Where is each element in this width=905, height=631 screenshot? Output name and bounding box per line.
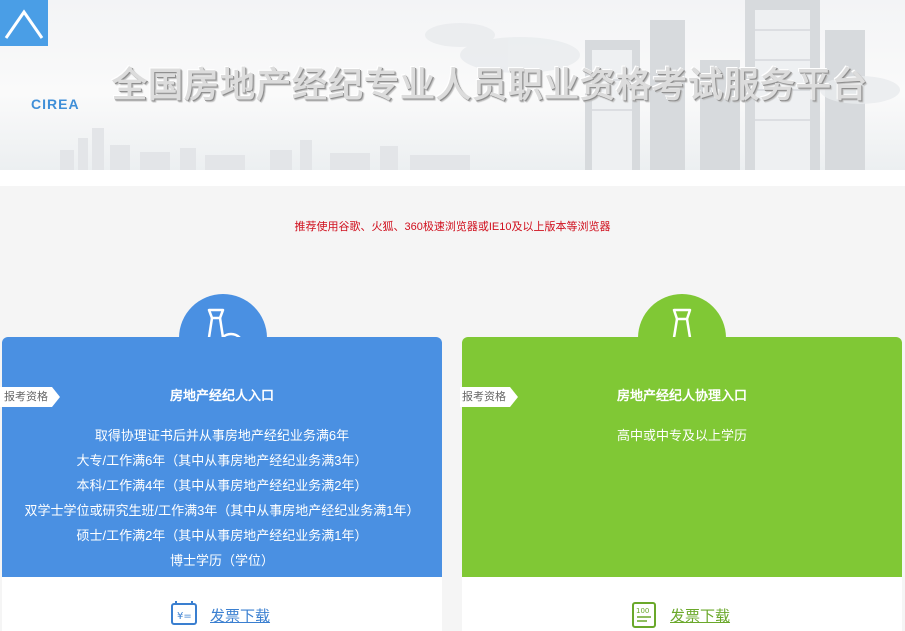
agent-entry-title[interactable]: 房地产经纪人入口 [2, 385, 442, 404]
header-banner: CIREA 全国房地产经纪专业人员职业资格考试服务平台 [0, 0, 905, 170]
qualification-tag: 报考资格 [460, 387, 518, 407]
invoice-download-link[interactable]: 发票下载 [210, 605, 270, 626]
logo-text: CIREA [31, 96, 80, 112]
requirement-item: 本科/工作满4年（其中从事房地产经纪业务满2年） [76, 478, 368, 493]
invoice-download-link[interactable]: 发票下载 [670, 605, 730, 626]
requirement-item: 博士学历（学位） [169, 553, 274, 568]
assistant-download-area: 100 发票下载 [462, 577, 902, 631]
svg-text:100: 100 [636, 607, 649, 615]
browser-notice: 推荐使用谷歌、火狐、360极速浏览器或IE10及以上版本等浏览器 [294, 221, 611, 233]
agent-requirements: 取得协理证书后并从事房地产经纪业务满6年 大专/工作满6年（其中从事房地产经纪业… [2, 423, 442, 573]
requirement-item: 双学士学位或研究生班/工作满3年（其中从事房地产经纪业务满1年） [24, 503, 420, 518]
invoice-100-icon[interactable]: 100 [630, 601, 658, 629]
svg-text:¥=: ¥= [177, 611, 192, 622]
invoice-icon[interactable]: ¥= [170, 601, 198, 627]
agent-download-area: ¥= 发票下载 [2, 577, 442, 631]
requirement-item: 大专/工作满6年（其中从事房地产经纪业务满3年） [76, 453, 368, 468]
requirement-item: 硕士/工作满2年（其中从事房地产经纪业务满1年） [76, 528, 368, 543]
cirea-logo-icon [0, 0, 48, 46]
requirement-item: 取得协理证书后并从事房地产经纪业务满6年 [94, 428, 350, 443]
qualification-tag: 报考资格 [0, 387, 60, 407]
site-title: 全国房地产经纪专业人员职业资格考试服务平台 [112, 66, 869, 105]
banner-divider [0, 170, 905, 186]
assistant-requirements: 高中或中专及以上学历 [462, 423, 902, 448]
assistant-entry-card[interactable]: 房地产经纪人协理入口 报考资格 高中或中专及以上学历 [462, 337, 902, 577]
requirement-item: 高中或中专及以上学历 [616, 428, 747, 443]
assistant-entry-title[interactable]: 房地产经纪人协理入口 [462, 385, 902, 404]
agent-entry-card[interactable]: 房地产经纪人入口 报考资格 取得协理证书后并从事房地产经纪业务满6年 大专/工作… [2, 337, 442, 577]
